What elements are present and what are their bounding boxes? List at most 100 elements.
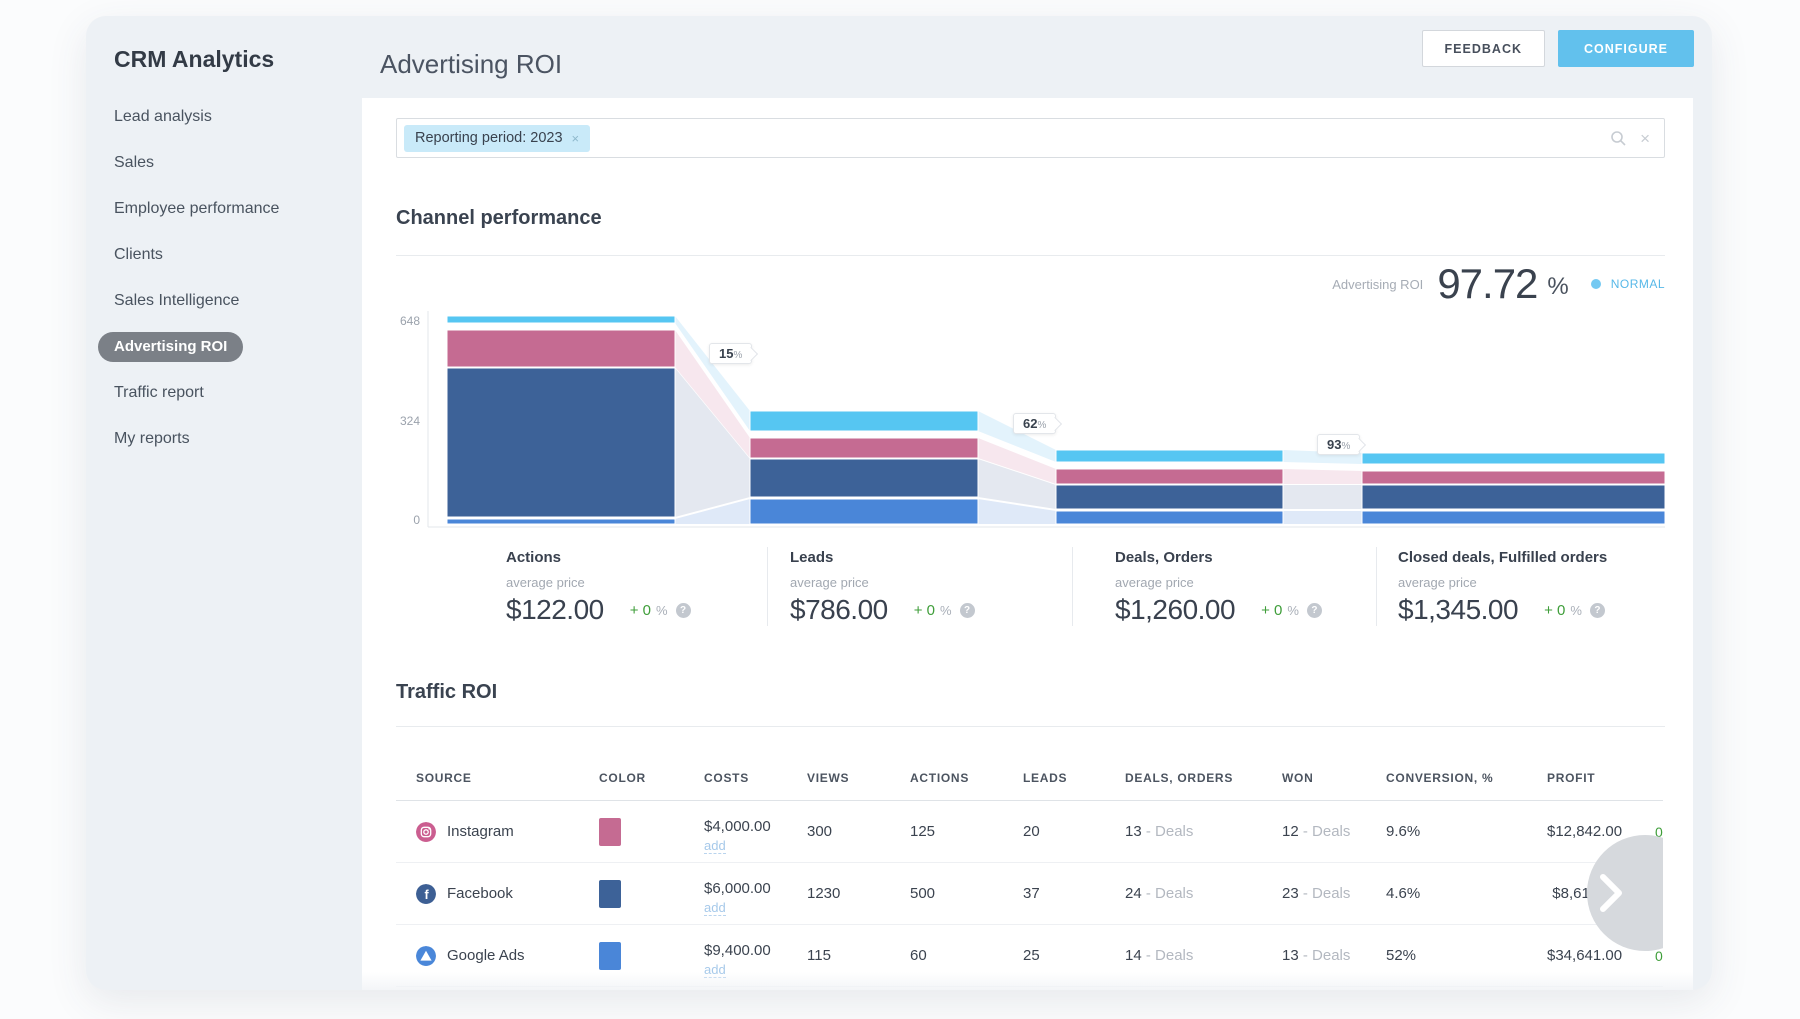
conversion-tag: 15%: [709, 343, 752, 364]
filter-chip-label: Reporting period: 2023: [415, 130, 563, 146]
leads-cell: 25: [1023, 947, 1125, 964]
conversion-cell: 9.6%: [1386, 823, 1547, 840]
color-swatch: [599, 818, 621, 846]
funnel-bar-light-blue-source: [1362, 453, 1665, 464]
stage-delta-unit: %: [940, 603, 952, 618]
sidebar: CRM Analytics Lead analysisSalesEmployee…: [86, 16, 362, 990]
stage-price: $786.00: [790, 594, 888, 626]
column-header: COSTS: [704, 771, 807, 785]
page-title: Advertising ROI: [380, 49, 562, 80]
table-row-facebook: fFacebook$6,000.00add12305003724 - Deals…: [396, 863, 1663, 925]
main-panel: Reporting period: 2023 × × Channel perfo…: [362, 98, 1693, 990]
funnel-bar-pink-source: [447, 330, 675, 367]
funnel-bar-medium-blue-source: [1362, 511, 1665, 524]
add-cost-link[interactable]: add: [704, 901, 726, 917]
help-icon[interactable]: ?: [676, 603, 691, 618]
won-suffix: - Deals: [1303, 885, 1351, 902]
facebook-icon: f: [416, 884, 436, 904]
sidebar-item-clients[interactable]: Clients: [86, 232, 362, 278]
search-icon[interactable]: [1610, 130, 1627, 147]
column-header: CONVERSION, %: [1386, 771, 1547, 785]
stage-delta: + 0: [630, 602, 651, 619]
deals-count: 13: [1125, 823, 1142, 840]
sidebar-item-my-reports[interactable]: My reports: [86, 416, 362, 462]
deals-suffix: - Deals: [1146, 947, 1194, 964]
clear-icon[interactable]: ×: [1640, 130, 1650, 147]
source-cell: Instagram: [416, 822, 599, 842]
funnel-bar-light-blue-source: [750, 411, 978, 431]
leads-cell: 20: [1023, 823, 1125, 840]
y-axis-tick: 0: [413, 513, 420, 527]
help-icon[interactable]: ?: [1590, 603, 1605, 618]
filter-chip[interactable]: Reporting period: 2023 ×: [404, 125, 590, 152]
stage-card-actions: Actions average price $122.00 + 0 % ?: [396, 547, 767, 626]
filter-input[interactable]: Reporting period: 2023 × ×: [396, 118, 1665, 158]
column-header: COLOR: [599, 771, 704, 785]
roi-value: 97.72: [1437, 260, 1537, 308]
deals-count: 24: [1125, 885, 1142, 902]
help-icon[interactable]: ?: [1307, 603, 1322, 618]
won-cell: 23 - Deals: [1282, 885, 1386, 902]
deals-count: 14: [1125, 947, 1142, 964]
configure-button[interactable]: CONFIGURE: [1558, 30, 1694, 67]
profit-cell: $34,641.00: [1547, 947, 1628, 964]
funnel-bar-light-blue-source: [447, 316, 675, 323]
average-price-label: average price: [1115, 575, 1376, 590]
color-swatch: [599, 880, 621, 908]
stage-card-leads: Leads average price $786.00 + 0 % ?: [767, 547, 1072, 626]
average-price-label: average price: [790, 575, 1072, 590]
source-cell: Google Ads: [416, 946, 599, 966]
deals-orders-cell: 14 - Deals: [1125, 947, 1282, 964]
table-row-google-ads: Google Ads$9,400.00add115602514 - Deals1…: [396, 925, 1663, 987]
funnel-transition-dark-blue-source: [1283, 485, 1362, 509]
funnel-bar-dark-blue-source: [447, 368, 675, 517]
sidebar-item-sales[interactable]: Sales: [86, 140, 362, 186]
color-cell: [599, 880, 704, 908]
add-cost-link[interactable]: add: [704, 963, 726, 979]
roi-label: Advertising ROI: [1332, 277, 1423, 292]
conversion-tag: 93%: [1317, 434, 1360, 455]
funnel-bar-medium-blue-source: [750, 499, 978, 524]
stage-delta: + 0: [1261, 602, 1282, 619]
column-header: ACTIONS: [910, 771, 1023, 785]
actions-cell: 60: [910, 947, 1023, 964]
sidebar-item-traffic-report[interactable]: Traffic report: [86, 370, 362, 416]
funnel-bar-medium-blue-source: [447, 519, 675, 524]
stage-price: $1,345.00: [1398, 594, 1518, 626]
source-label: Google Ads: [447, 947, 525, 964]
sidebar-item-employee-performance[interactable]: Employee performance: [86, 186, 362, 232]
app-card: CRM Analytics Lead analysisSalesEmployee…: [86, 16, 1712, 990]
google-ads-icon: [416, 946, 436, 966]
status-dot-icon: [1591, 279, 1601, 289]
sidebar-item-advertising-roi[interactable]: Advertising ROI: [86, 324, 362, 370]
funnel-chart: 648324015%62%93%: [396, 305, 1665, 533]
instagram-icon: [416, 822, 436, 842]
funnel-bar-light-blue-source: [1056, 450, 1283, 462]
deals-suffix: - Deals: [1146, 823, 1194, 840]
stage-delta: + 0: [1544, 602, 1565, 619]
sidebar-item-sales-intelligence[interactable]: Sales Intelligence: [86, 278, 362, 324]
roi-unit: %: [1547, 273, 1568, 301]
chip-close-icon[interactable]: ×: [572, 131, 580, 146]
stage-price: $1,260.00: [1115, 594, 1235, 626]
color-cell: [599, 818, 704, 846]
add-cost-link[interactable]: add: [704, 839, 726, 855]
stage-card-deals: Deals, Orders average price $1,260.00 + …: [1072, 547, 1376, 626]
conversion-cell: 52%: [1386, 947, 1547, 964]
advertising-roi-summary: Advertising ROI 97.72 % NORMAL: [1332, 258, 1665, 310]
feedback-button[interactable]: FEEDBACK: [1422, 30, 1545, 67]
funnel-bar-dark-blue-source: [1362, 485, 1665, 509]
stage-name: Actions: [506, 549, 767, 566]
costs-cell: $4,000.00add: [704, 808, 807, 856]
stage-delta-unit: %: [1570, 603, 1582, 618]
source-cell: f Facebook: [416, 884, 599, 904]
help-icon[interactable]: ?: [960, 603, 975, 618]
screen: CRM Analytics Lead analysisSalesEmployee…: [0, 0, 1800, 1019]
table-row-instagram: Instagram$4,000.00add3001252013 - Deals1…: [396, 801, 1663, 863]
channel-performance-heading: Channel performance: [396, 207, 602, 230]
won-cell: 13 - Deals: [1282, 947, 1386, 964]
source-label: Facebook: [447, 885, 513, 902]
deals-orders-cell: 13 - Deals: [1125, 823, 1282, 840]
column-header: SOURCE: [416, 771, 599, 785]
sidebar-item-lead-analysis[interactable]: Lead analysis: [86, 94, 362, 140]
